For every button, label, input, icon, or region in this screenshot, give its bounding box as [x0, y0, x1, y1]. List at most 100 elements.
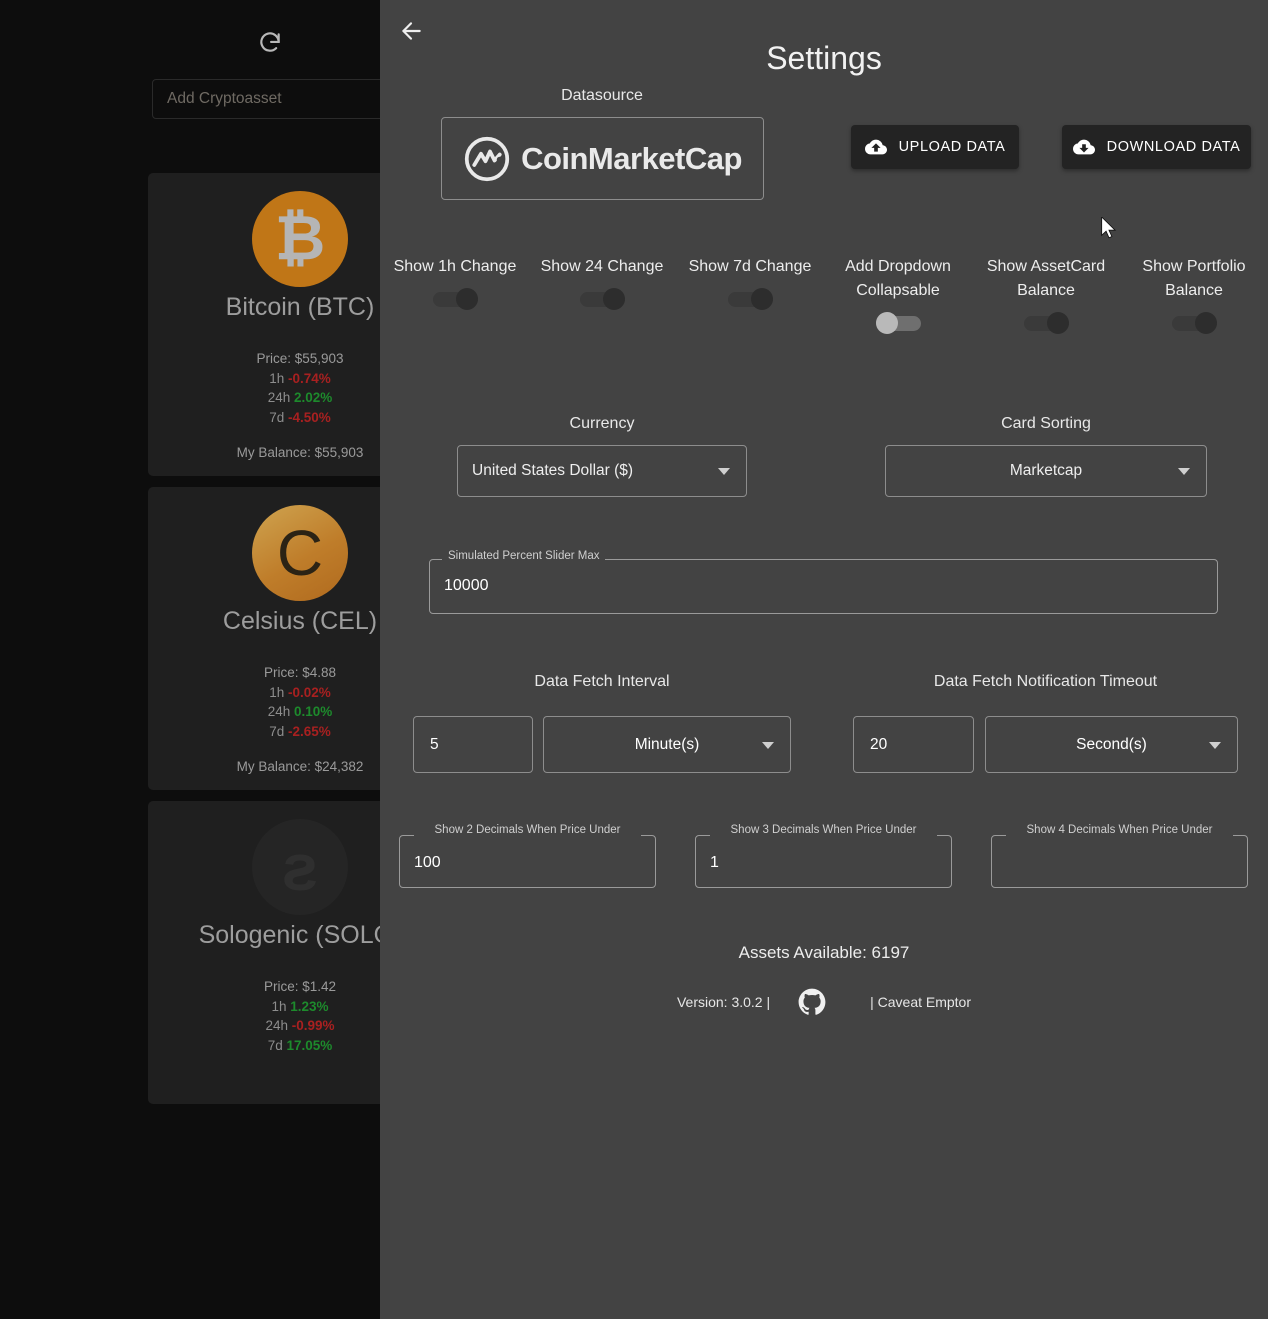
toggle-switch[interactable] [875, 312, 921, 334]
coin-glyph: ₿ [274, 204, 326, 273]
app-root: Add Cryptoasset ₿ Bitcoin (BTC) Price: $… [0, 0, 1268, 1319]
asset-name: Celsius (CEL) [222, 607, 378, 635]
toggle-show-1h-change[interactable]: Show 1h Change [380, 255, 530, 310]
upload-data-button[interactable]: UPLOAD DATA [851, 125, 1019, 169]
change-7d-value: -4.50% [288, 409, 331, 425]
caveat-text: | Caveat Emptor [870, 994, 972, 1010]
change-7d-label: 7d [267, 1037, 283, 1053]
field-value: 5 [430, 735, 439, 753]
upload-data-label: UPLOAD DATA [898, 139, 1006, 155]
datasource-name: CoinMarketCap [521, 140, 742, 176]
download-data-button[interactable]: DOWNLOAD DATA [1062, 125, 1251, 169]
refresh-button[interactable] [150, 30, 390, 56]
field-label: Simulated Percent Slider Max [442, 550, 606, 562]
asset-balance: My Balance: $24,382 [236, 759, 364, 775]
cloud-download-icon [1072, 139, 1095, 155]
add-cryptoasset-placeholder: Add Cryptoasset [167, 90, 282, 107]
github-icon[interactable] [798, 988, 826, 1016]
change-24h-label: 24h [265, 1018, 288, 1034]
toggle-switch[interactable] [1023, 312, 1069, 334]
card-sorting-select[interactable]: Marketcap [885, 445, 1207, 497]
asset-stats: Price: $1.42 1h 1.23% 24h -0.99% 7d 17.0… [264, 977, 336, 1071]
toggle-label: Show AssetCard Balance [986, 258, 1106, 299]
card-sorting-label: Card Sorting [1001, 415, 1091, 432]
datasource-label: Datasource [561, 87, 643, 104]
toggle-switch[interactable] [727, 288, 773, 310]
data-fetch-timeout-unit-select[interactable]: Second(s) [985, 716, 1238, 773]
currency-value: United States Dollar ($) [472, 462, 634, 479]
toggle-add-dropdown-collapsable[interactable]: Add Dropdown Collapsable [823, 255, 973, 334]
asset-price: Price: $4.88 [263, 665, 337, 680]
toggle-switch[interactable] [1171, 312, 1217, 334]
change-24h-label: 24h [267, 390, 291, 406]
coinmarketcap-icon [464, 136, 510, 181]
data-fetch-timeout-amount-input[interactable]: 20 [853, 716, 974, 773]
toggle-show-24-change[interactable]: Show 24 Change [527, 255, 677, 310]
asset-stats: Price: $55,903 1h -0.74% 24h 2.02% 7d -4… [237, 349, 364, 463]
currency-label: Currency [569, 415, 635, 432]
change-24h-label: 24h [267, 704, 291, 720]
chevron-down-icon [1178, 468, 1190, 475]
data-fetch-interval-amount-input[interactable]: 5 [413, 716, 533, 773]
show-3-decimals-field[interactable]: Show 3 Decimals When Price Under 1 [695, 823, 952, 888]
change-24h-value: 2.02% [294, 390, 333, 406]
chevron-down-icon [718, 468, 730, 475]
card-sorting-value: Marketcap [1009, 462, 1083, 479]
asset-name: Sologenic (SOLO) [198, 921, 402, 949]
change-7d-label: 7d [269, 409, 285, 425]
coin-glyph: ƨ [281, 830, 319, 904]
currency-select[interactable]: United States Dollar ($) [457, 445, 747, 497]
change-1h-value: -0.02% [288, 684, 331, 700]
data-fetch-interval-label: Data Fetch Interval [534, 673, 670, 690]
field-value: Second(s) [1076, 735, 1147, 753]
toggle-switch[interactable] [579, 288, 625, 310]
change-7d-label: 7d [269, 723, 285, 739]
field-value: 20 [870, 735, 888, 753]
field-label: Show 2 Decimals When Price Under [414, 823, 641, 838]
footer: Version: 3.0.2 | | Caveat Emptor [380, 988, 1268, 1016]
refresh-icon [260, 32, 280, 52]
show-4-decimals-field[interactable]: Show 4 Decimals When Price Under [991, 823, 1248, 888]
asset-price: Price: $1.42 [263, 979, 337, 994]
toggle-label: Show Portfolio Balance [1142, 258, 1246, 299]
data-fetch-timeout-label: Data Fetch Notification Timeout [933, 673, 1158, 690]
cloud-upload-icon [864, 139, 887, 155]
toggle-label: Show 7d Change [688, 258, 812, 275]
show-2-decimals-field[interactable]: Show 2 Decimals When Price Under 100 [399, 823, 656, 888]
chevron-down-icon [1209, 741, 1221, 749]
chevron-down-icon [762, 741, 774, 749]
change-1h-value: -0.74% [288, 370, 331, 386]
toggle-label: Add Dropdown Collapsable [845, 258, 951, 299]
toggle-switch[interactable] [432, 288, 478, 310]
field-label: Show 3 Decimals When Price Under [710, 823, 937, 838]
asset-price: Price: $55,903 [256, 351, 344, 366]
data-fetch-interval-unit-select[interactable]: Minute(s) [543, 716, 791, 773]
change-7d-value: -2.65% [288, 723, 331, 739]
toggle-show-7d-change[interactable]: Show 7d Change [675, 255, 825, 310]
simulated-percent-slider-max-field[interactable]: Simulated Percent Slider Max 10000 [429, 550, 1218, 614]
change-24h-value: 0.10% [294, 704, 333, 720]
field-label: Show 4 Decimals When Price Under [1006, 823, 1233, 838]
field-value: 100 [414, 854, 441, 871]
toggle-label: Show 24 Change [540, 258, 664, 275]
datasource-selector[interactable]: CoinMarketCap [441, 117, 764, 200]
version-text: Version: 3.0.2 | [676, 994, 771, 1010]
asset-stats: Price: $4.88 1h -0.02% 24h 0.10% 7d -2.6… [237, 663, 364, 777]
page-title: Settings [766, 40, 882, 76]
change-24h-value: -0.99% [291, 1018, 335, 1034]
change-1h-label: 1h [269, 370, 285, 386]
assets-available-text: Assets Available: 6197 [738, 943, 910, 962]
toggle-show-assetcard-balance[interactable]: Show AssetCard Balance [971, 255, 1121, 334]
sologenic-logo-icon: ƨ [252, 819, 348, 915]
change-7d-value: 17.05% [286, 1037, 333, 1053]
change-1h-label: 1h [269, 684, 285, 700]
toggle-show-portfolio-balance[interactable]: Show Portfolio Balance [1119, 255, 1268, 334]
bitcoin-logo-icon: ₿ [252, 191, 348, 287]
asset-name: Bitcoin (BTC) [225, 293, 375, 321]
download-data-label: DOWNLOAD DATA [1106, 139, 1241, 155]
coin-glyph: C [276, 517, 324, 589]
celsius-logo-icon: C [252, 505, 348, 601]
field-value: 10000 [444, 577, 489, 594]
field-value: 1 [710, 854, 719, 871]
change-1h-value: 1.23% [290, 998, 329, 1014]
